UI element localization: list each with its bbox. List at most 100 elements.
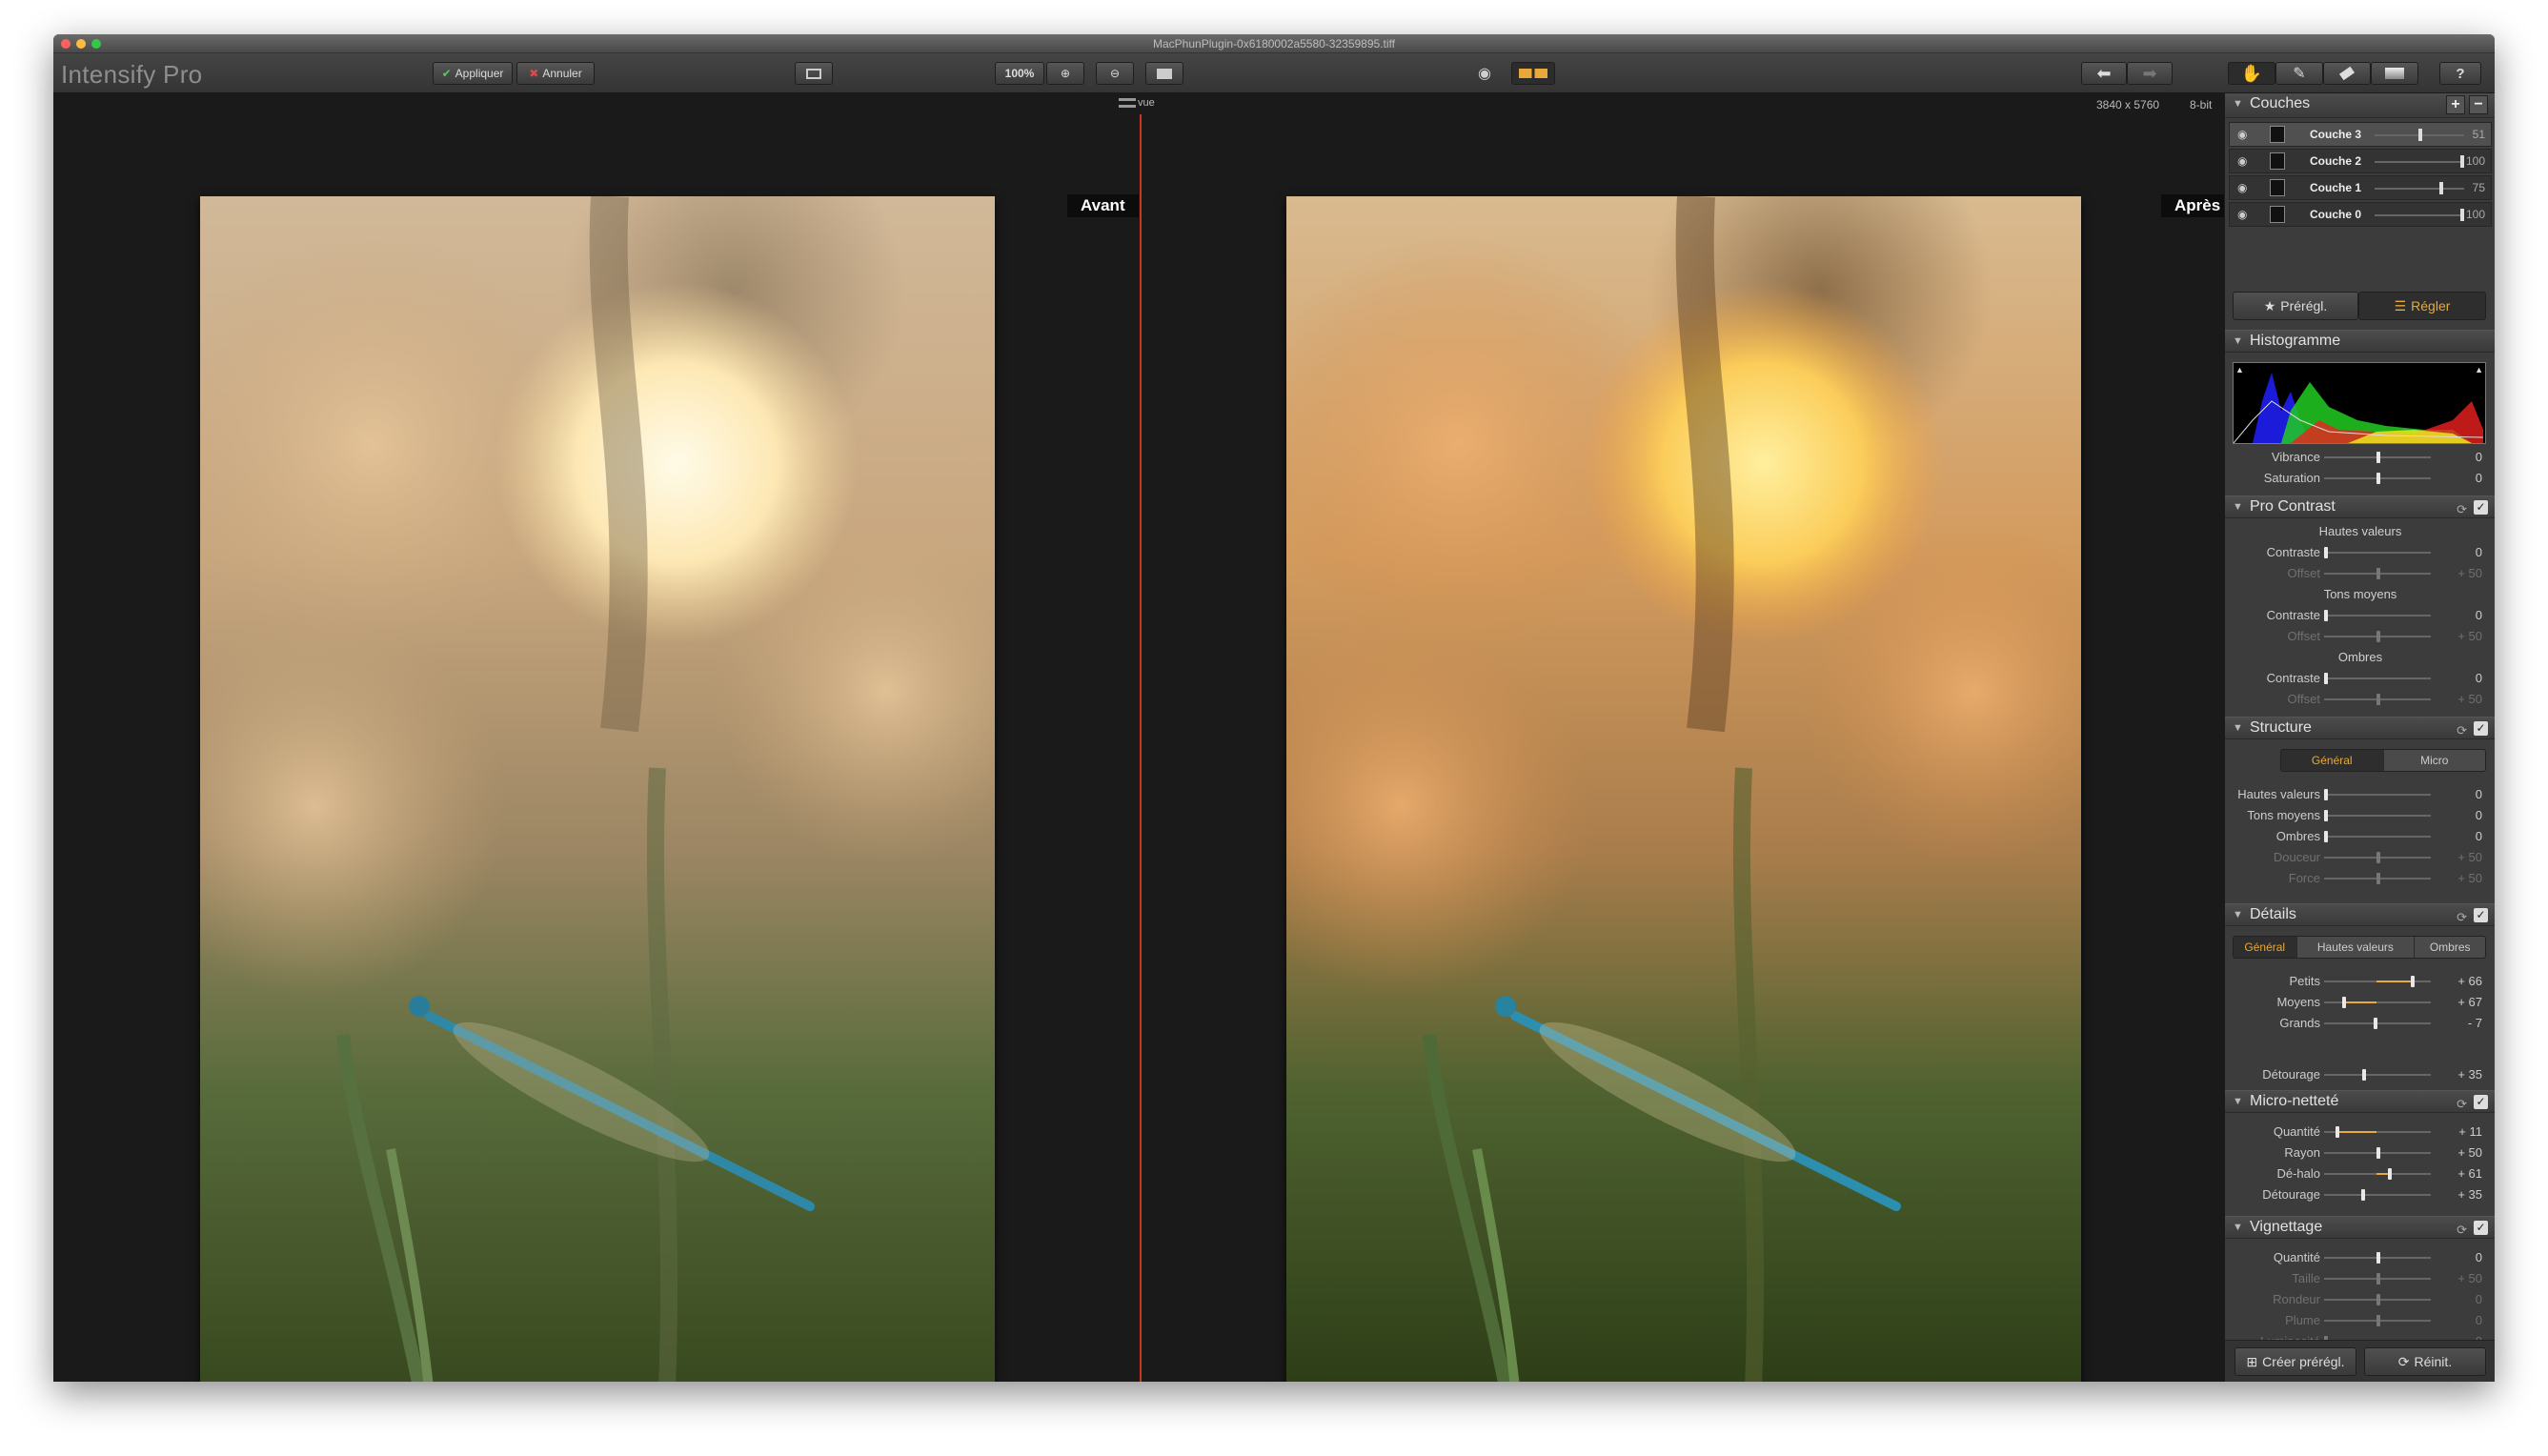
details-header[interactable]: ▼ Détails ⟳ ✓	[2225, 903, 2495, 926]
brush-tool-button[interactable]: ✎	[2275, 62, 2323, 85]
structure-header[interactable]: ▼ Structure ⟳ ✓	[2225, 717, 2495, 739]
slider-row[interactable]: Vibrance 0	[2225, 448, 2495, 467]
slider-thumb[interactable]	[2324, 547, 2328, 558]
opacity-thumb[interactable]	[2460, 155, 2464, 168]
slider-row[interactable]: Quantité + 11	[2225, 1122, 2495, 1142]
slider-row[interactable]: Rayon + 50	[2225, 1143, 2495, 1163]
slider-track[interactable]	[2324, 677, 2431, 679]
slider-row[interactable]: Moyens + 67	[2225, 993, 2495, 1012]
tab-structure-general[interactable]: Général	[2281, 750, 2384, 771]
slider-row[interactable]: Offset + 50	[2225, 690, 2495, 709]
reset-icon[interactable]: ⟳	[2457, 499, 2467, 520]
slider-row[interactable]: Hautes valeurs 0	[2225, 785, 2495, 804]
vignette-header[interactable]: ▼ Vignettage ⟳ ✓	[2225, 1216, 2495, 1239]
slider-thumb[interactable]	[2376, 852, 2380, 863]
reset-icon[interactable]: ⟳	[2457, 1220, 2467, 1241]
slider-thumb[interactable]	[2324, 610, 2328, 621]
tab-structure-micro[interactable]: Micro	[2384, 750, 2486, 771]
gradient-tool-button[interactable]	[2371, 62, 2418, 85]
slider-thumb[interactable]	[2361, 1189, 2365, 1201]
slider-thumb[interactable]	[2376, 568, 2380, 579]
slider-row[interactable]: Offset + 50	[2225, 564, 2495, 583]
slider-thumb[interactable]	[2376, 1273, 2380, 1284]
reset-icon[interactable]: ⟳	[2457, 1094, 2467, 1115]
enable-checkbox[interactable]: ✓	[2474, 908, 2488, 922]
fit-screen-button[interactable]	[1145, 62, 1183, 85]
slider-thumb[interactable]	[2324, 810, 2328, 821]
preview-toggle-button[interactable]: ◉	[1466, 62, 1504, 85]
opacity-thumb[interactable]	[2460, 209, 2464, 221]
slider-thumb[interactable]	[2376, 473, 2380, 484]
slider-row[interactable]: Offset + 50	[2225, 627, 2495, 646]
slider-track[interactable]	[2324, 1194, 2431, 1196]
layer-row[interactable]: ◉ Couche 2 100	[2229, 149, 2492, 173]
split-view-button[interactable]	[1511, 62, 1555, 85]
slider-row[interactable]: Contraste 0	[2225, 543, 2495, 562]
histogram-header[interactable]: ▼ Histogramme	[2225, 330, 2495, 353]
zoom-in-button[interactable]: ⊕	[1046, 62, 1084, 85]
preview-canvas[interactable]: Avant Après	[53, 114, 2235, 1382]
tab-details-general[interactable]: Général	[2234, 937, 2297, 958]
slider-track[interactable]	[2324, 1074, 2431, 1076]
slider-thumb[interactable]	[2411, 976, 2415, 987]
add-layer-icon[interactable]: +	[2446, 95, 2465, 114]
zoom-out-button[interactable]: ⊖	[1096, 62, 1134, 85]
tab-adjust[interactable]: ☰ Régler	[2358, 292, 2486, 320]
slider-row[interactable]: Force + 50	[2225, 869, 2495, 888]
slider-track[interactable]	[2324, 1022, 2431, 1024]
slider-track[interactable]	[2324, 815, 2431, 817]
detourage-slider[interactable]: Détourage + 35	[2225, 1065, 2495, 1084]
slider-row[interactable]: Grands - 7	[2225, 1014, 2495, 1033]
slider-row[interactable]: Rondeur 0	[2225, 1290, 2495, 1309]
slider-row[interactable]: Saturation 0	[2225, 469, 2495, 488]
slider-row[interactable]: Ombres 0	[2225, 827, 2495, 846]
create-preset-button[interactable]: ⊞ Créer prérégl.	[2235, 1347, 2356, 1376]
enable-checkbox[interactable]: ✓	[2474, 721, 2488, 736]
slider-track[interactable]	[2324, 794, 2431, 796]
slider-row[interactable]: Dé-halo + 61	[2225, 1164, 2495, 1183]
slider-row[interactable]: Contraste 0	[2225, 669, 2495, 688]
view-mode-button[interactable]	[795, 62, 833, 85]
enable-checkbox[interactable]: ✓	[2474, 1221, 2488, 1235]
opacity-track[interactable]	[2375, 161, 2464, 163]
shadow-clip-icon[interactable]: ▲	[2235, 365, 2244, 374]
slider-thumb[interactable]	[2376, 1315, 2380, 1326]
enable-checkbox[interactable]: ✓	[2474, 500, 2488, 515]
zoom-level-button[interactable]: 100%	[995, 62, 1044, 85]
slider-row[interactable]: Douceur + 50	[2225, 848, 2495, 867]
enable-checkbox[interactable]: ✓	[2474, 1095, 2488, 1109]
reset-button[interactable]: ⟳ Réinit.	[2364, 1347, 2486, 1376]
eye-icon[interactable]: ◉	[2237, 154, 2247, 168]
highlight-clip-icon[interactable]: ▲	[2475, 365, 2483, 374]
slider-thumb[interactable]	[2342, 997, 2346, 1008]
slider-thumb[interactable]	[2336, 1126, 2339, 1138]
split-divider[interactable]	[1140, 114, 1142, 1382]
slider-track[interactable]	[2324, 615, 2431, 617]
slider-thumb[interactable]	[2376, 1294, 2380, 1305]
slider-thumb[interactable]	[2376, 1147, 2380, 1159]
layer-row[interactable]: ◉ Couche 3 51	[2229, 122, 2492, 147]
undo-button[interactable]: ⬅	[2081, 62, 2127, 85]
opacity-thumb[interactable]	[2439, 182, 2443, 194]
layer-row[interactable]: ◉ Couche 0 100	[2229, 202, 2492, 227]
reset-icon[interactable]: ⟳	[2457, 907, 2467, 928]
help-button[interactable]: ?	[2439, 62, 2481, 85]
opacity-thumb[interactable]	[2418, 129, 2422, 141]
slider-thumb[interactable]	[2376, 452, 2380, 463]
slider-thumb[interactable]	[2324, 831, 2328, 842]
eye-icon[interactable]: ◉	[2237, 208, 2247, 221]
slider-row[interactable]: Petits + 66	[2225, 972, 2495, 991]
slider-track[interactable]	[2324, 1001, 2431, 1003]
slider-thumb[interactable]	[2376, 1252, 2380, 1264]
slider-row[interactable]: Contraste 0	[2225, 606, 2495, 625]
eye-icon[interactable]: ◉	[2237, 181, 2247, 194]
slider-thumb[interactable]	[2324, 673, 2328, 684]
layer-row[interactable]: ◉ Couche 1 75	[2229, 175, 2492, 200]
slider-thumb[interactable]	[2376, 873, 2380, 884]
redo-button[interactable]: ➡	[2127, 62, 2173, 85]
eraser-tool-button[interactable]	[2323, 62, 2371, 85]
slider-thumb[interactable]	[2374, 1018, 2377, 1029]
slider-track[interactable]	[2324, 836, 2431, 838]
opacity-track[interactable]	[2375, 188, 2464, 190]
micro-sharpness-header[interactable]: ▼ Micro-netteté ⟳ ✓	[2225, 1090, 2495, 1113]
